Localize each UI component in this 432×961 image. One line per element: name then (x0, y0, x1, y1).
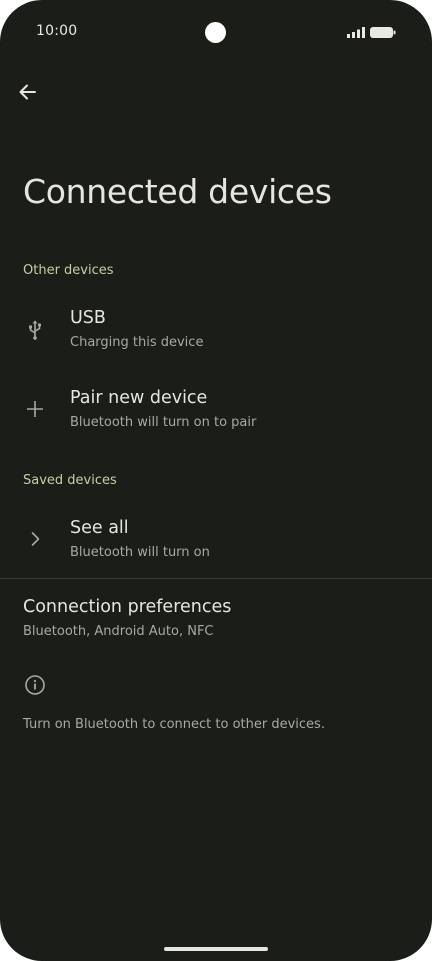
status-time: 10:00 (36, 23, 78, 39)
see-all-item[interactable]: See all Bluetooth will turn on (0, 510, 432, 572)
screen: 10:00 Connected devices Other devices US… (0, 0, 432, 961)
usb-title: USB (70, 308, 106, 328)
signal-icon (347, 27, 365, 38)
page-title: Connected devices (23, 172, 332, 211)
section-header-other-devices: Other devices (23, 263, 114, 278)
section-header-saved-devices: Saved devices (23, 473, 117, 488)
status-bar: 10:00 (0, 0, 432, 64)
pair-new-device-subtitle: Bluetooth will turn on to pair (70, 415, 257, 430)
camera-cutout (205, 22, 226, 43)
gesture-handle[interactable] (164, 947, 268, 951)
usb-subtitle: Charging this device (70, 335, 204, 350)
chevron-right-icon (31, 532, 40, 546)
usb-item[interactable]: USB Charging this device (0, 300, 432, 362)
see-all-subtitle: Bluetooth will turn on (70, 545, 210, 560)
info-icon (25, 675, 45, 695)
connection-preferences-subtitle: Bluetooth, Android Auto, NFC (23, 624, 214, 639)
pair-new-device-item[interactable]: Pair new device Bluetooth will turn on t… (0, 380, 432, 442)
battery-icon (370, 27, 396, 38)
plus-icon (27, 401, 43, 417)
footer-info-text: Turn on Bluetooth to connect to other de… (23, 717, 325, 732)
pair-new-device-title: Pair new device (70, 388, 208, 408)
see-all-title: See all (70, 518, 129, 538)
arrow-back-icon (19, 84, 36, 100)
usb-icon (29, 320, 42, 340)
connection-preferences-title: Connection preferences (23, 597, 232, 617)
divider (0, 578, 432, 579)
back-button[interactable] (15, 79, 41, 105)
